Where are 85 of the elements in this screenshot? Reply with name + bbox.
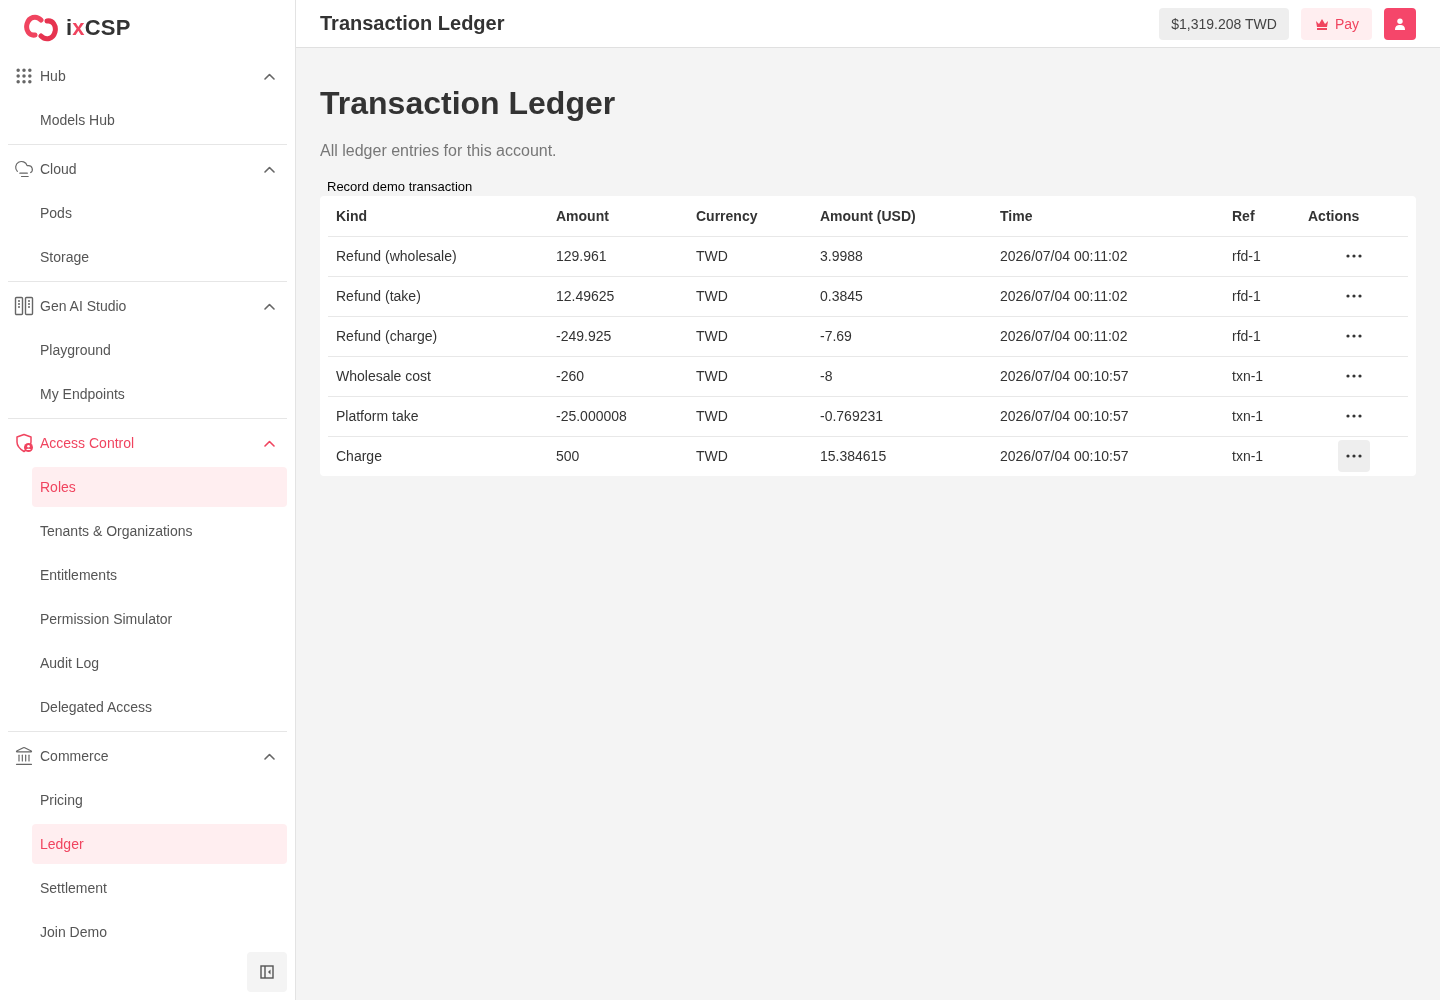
- table-cell: txn-1: [1224, 396, 1300, 436]
- more-icon: [1346, 374, 1362, 378]
- table-cell: -7.69: [812, 316, 992, 356]
- nav-item[interactable]: Pods: [32, 193, 287, 233]
- table-cell: -8: [812, 356, 992, 396]
- nav-item[interactable]: Delegated Access: [32, 687, 287, 727]
- table-cell: TWD: [688, 396, 812, 436]
- table-cell: Refund (charge): [328, 316, 548, 356]
- nav-item[interactable]: Entitlements: [32, 555, 287, 595]
- table-cell: txn-1: [1224, 356, 1300, 396]
- more-icon: [1346, 334, 1362, 338]
- more-icon: [1346, 414, 1362, 418]
- table-cell: Platform take: [328, 396, 548, 436]
- nav-item[interactable]: Models Hub: [32, 100, 287, 140]
- table-cell: TWD: [688, 356, 812, 396]
- table-cell: Wholesale cost: [328, 356, 548, 396]
- table-cell: -260: [548, 356, 688, 396]
- table-cell: 15.384615: [812, 436, 992, 476]
- table-cell: 2026/07/04 00:10:57: [992, 396, 1224, 436]
- logo-text: ixCSP: [66, 15, 131, 41]
- nav-item[interactable]: Playground: [32, 330, 287, 370]
- nav-item[interactable]: Join Demo: [32, 912, 287, 952]
- table-cell: rfd-1: [1224, 276, 1300, 316]
- record-transaction-button[interactable]: Record demo transaction: [327, 179, 473, 194]
- table-cell: TWD: [688, 436, 812, 476]
- header-title: Transaction Ledger: [320, 12, 505, 35]
- more-icon: [1346, 294, 1362, 298]
- column-header: Actions: [1300, 196, 1408, 236]
- cloud-icon: [14, 159, 34, 179]
- nav-group-header[interactable]: Commerce: [8, 736, 287, 776]
- table-cell: 2026/07/04 00:11:02: [992, 236, 1224, 276]
- row-actions-button[interactable]: [1338, 440, 1370, 473]
- more-icon: [1346, 454, 1362, 459]
- table-cell: TWD: [688, 236, 812, 276]
- table-cell: rfd-1: [1224, 236, 1300, 276]
- user-icon: [1394, 17, 1406, 30]
- table-cell: 12.49625: [548, 276, 688, 316]
- table-cell: -25.000008: [548, 396, 688, 436]
- table-cell: 2026/07/04 00:10:57: [992, 356, 1224, 396]
- column-header: Amount: [548, 196, 688, 236]
- table-cell: -249.925: [548, 316, 688, 356]
- nav-item[interactable]: Storage: [32, 237, 287, 277]
- logo-icon: [24, 14, 58, 42]
- nav-group-header[interactable]: Gen AI Studio: [8, 286, 287, 326]
- table-cell: Refund (wholesale): [328, 236, 548, 276]
- nav-item[interactable]: My Endpoints: [32, 374, 287, 414]
- table-cell: rfd-1: [1224, 316, 1300, 356]
- bank-icon: [14, 746, 34, 766]
- table-cell: Charge: [328, 436, 548, 476]
- page-title: Transaction Ledger: [320, 84, 616, 123]
- table-cell: TWD: [688, 276, 812, 316]
- nav-group-header[interactable]: Hub: [8, 56, 287, 96]
- nav-item[interactable]: Audit Log: [32, 643, 287, 683]
- table-cell: 500: [548, 436, 688, 476]
- table-cell: 2026/07/04 00:11:02: [992, 316, 1224, 356]
- nav-item[interactable]: Settlement: [32, 868, 287, 908]
- table-cell: 2026/07/04 00:11:02: [992, 276, 1224, 316]
- nav-item[interactable]: Tenants & Organizations: [32, 511, 287, 551]
- nav-group-header[interactable]: Access Control: [8, 423, 287, 463]
- column-header: Time: [992, 196, 1224, 236]
- more-icon: [1346, 254, 1362, 258]
- shield-user-icon: [14, 433, 34, 453]
- table-cell: Refund (take): [328, 276, 548, 316]
- table-cell: 0.3845: [812, 276, 992, 316]
- column-header: Kind: [328, 196, 548, 236]
- table-cell: TWD: [688, 316, 812, 356]
- sidebar-collapse-icon: [260, 965, 274, 979]
- user-button[interactable]: [1384, 7, 1416, 40]
- table-cell: -0.769231: [812, 396, 992, 436]
- column-header: Currency: [688, 196, 812, 236]
- nav-item[interactable]: Pricing: [32, 780, 287, 820]
- balance-chip: $1,319.208 TWD: [1159, 7, 1289, 40]
- table-cell: 129.961: [548, 236, 688, 276]
- column-header: Amount (USD): [812, 196, 992, 236]
- collapse-sidebar-button[interactable]: [247, 952, 287, 992]
- table-cell: 3.9988: [812, 236, 992, 276]
- table-cell: txn-1: [1224, 436, 1300, 476]
- panels-icon: [14, 296, 34, 316]
- table-cell: 2026/07/04 00:10:57: [992, 436, 1224, 476]
- column-header: Ref: [1224, 196, 1300, 236]
- nav-group-header[interactable]: Cloud: [8, 149, 287, 189]
- page-subtitle: All ledger entries for this account.: [320, 141, 557, 161]
- crown-icon: [1314, 17, 1329, 30]
- grid-dots-icon: [14, 66, 34, 86]
- nav-item[interactable]: Permission Simulator: [32, 599, 287, 639]
